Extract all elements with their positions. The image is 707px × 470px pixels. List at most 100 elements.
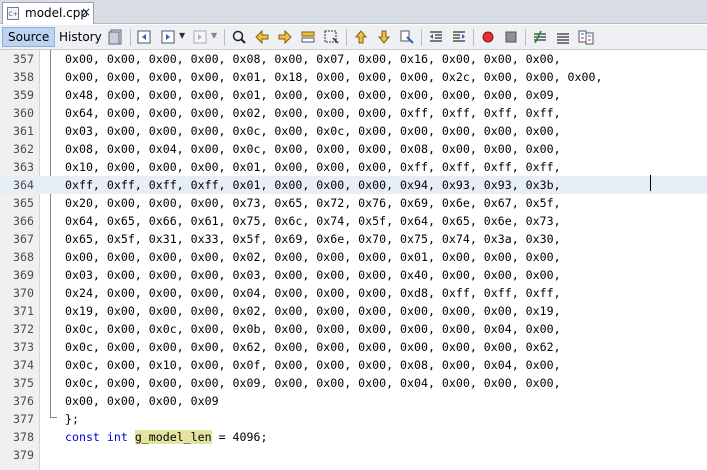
close-tab-button[interactable]: × — [81, 5, 91, 19]
back-icon[interactable] — [136, 29, 152, 45]
code-text: 0x10, 0x00, 0x00, 0x00, 0x01, 0x00, 0x00… — [65, 160, 561, 174]
prev-bookmark-icon[interactable] — [353, 29, 369, 45]
line-number: 365 — [13, 196, 34, 210]
code-text: 0x00, 0x00, 0x00, 0x00, 0x08, 0x00, 0x07… — [65, 52, 561, 66]
line-number: 358 — [13, 70, 34, 84]
keyword-int: int — [106, 430, 128, 444]
code-line[interactable]: 378 const int g_model_len = 4096; — [0, 428, 707, 446]
line-number: 369 — [13, 268, 34, 282]
line-number: 364 — [13, 178, 34, 192]
toolbar-separator — [473, 29, 474, 46]
code-line[interactable]: 374 0x0c, 0x00, 0x10, 0x00, 0x0f, 0x00, 0… — [0, 356, 707, 374]
code-text: 0x0c, 0x00, 0x00, 0x00, 0x62, 0x00, 0x00… — [65, 340, 561, 354]
code-line[interactable]: 367 0x65, 0x5f, 0x31, 0x33, 0x5f, 0x69, 0… — [0, 230, 707, 248]
code-line[interactable]: 372 0x0c, 0x00, 0x0c, 0x00, 0x0b, 0x00, 0… — [0, 320, 707, 338]
forward-icon[interactable] — [160, 29, 176, 45]
line-number: 378 — [13, 430, 34, 444]
line-number: 367 — [13, 232, 34, 246]
code-line[interactable]: 370 0x24, 0x00, 0x00, 0x00, 0x04, 0x00, 0… — [0, 284, 707, 302]
line-number: 374 — [13, 358, 34, 372]
history-tab-button[interactable]: History — [54, 27, 107, 47]
line-number: 372 — [13, 322, 34, 336]
line-number: 359 — [13, 88, 34, 102]
next-bookmark-icon[interactable] — [376, 29, 392, 45]
find-icon[interactable] — [231, 29, 247, 45]
editor-tab-bar: C+ model.cpp × — [0, 0, 707, 24]
toolbar-separator — [224, 29, 225, 46]
line-number: 373 — [13, 340, 34, 354]
toolbar-separator — [130, 29, 131, 46]
line-number: 363 — [13, 160, 34, 174]
code-line[interactable]: 379 — [0, 446, 707, 464]
chevron-down-icon[interactable]: ▼ — [179, 31, 185, 40]
shift-left-icon[interactable] — [428, 29, 444, 45]
code-line[interactable]: 360 0x64, 0x00, 0x00, 0x00, 0x02, 0x00, 0… — [0, 104, 707, 122]
line-number: 379 — [13, 448, 34, 462]
rect-select-icon[interactable] — [323, 29, 339, 45]
code-text: 0x03, 0x00, 0x00, 0x00, 0x03, 0x00, 0x00… — [65, 268, 561, 282]
text-caret — [650, 175, 651, 191]
toggle-bookmark-icon[interactable] — [399, 29, 415, 45]
line-number: 366 — [13, 214, 34, 228]
code-text: 0xff, 0xff, 0xff, 0xff, 0x01, 0x00, 0x00… — [65, 178, 561, 192]
code-editor[interactable]: 357 0x00, 0x00, 0x00, 0x00, 0x08, 0x00, 0… — [0, 50, 707, 470]
code-text: 0x08, 0x00, 0x04, 0x00, 0x0c, 0x00, 0x00… — [65, 142, 561, 156]
code-text: 0x65, 0x5f, 0x31, 0x33, 0x5f, 0x69, 0x6e… — [65, 232, 561, 246]
current-code-line[interactable]: 364 0xff, 0xff, 0xff, 0xff, 0x01, 0x00, 0… — [0, 176, 707, 194]
source-tab-button[interactable]: Source — [2, 27, 56, 47]
find-next-icon[interactable] — [277, 29, 293, 45]
line-number: 375 — [13, 376, 34, 390]
record-macro-icon[interactable] — [480, 29, 496, 45]
identifier-highlight: g_model_len — [134, 430, 212, 444]
line-number: 376 — [13, 394, 34, 408]
toggle-highlight-icon[interactable] — [300, 29, 316, 45]
code-text: 0x0c, 0x00, 0x0c, 0x00, 0x0b, 0x00, 0x00… — [65, 322, 561, 336]
line-number: 370 — [13, 286, 34, 300]
code-line[interactable]: 369 0x03, 0x00, 0x00, 0x00, 0x03, 0x00, 0… — [0, 266, 707, 284]
code-line[interactable]: 366 0x64, 0x65, 0x66, 0x61, 0x75, 0x6c, 0… — [0, 212, 707, 230]
code-text: 0x03, 0x00, 0x00, 0x00, 0x0c, 0x00, 0x0c… — [65, 124, 561, 138]
find-prev-icon[interactable] — [254, 29, 270, 45]
code-line[interactable]: 357 0x00, 0x00, 0x00, 0x00, 0x08, 0x00, 0… — [0, 50, 707, 68]
line-number: 362 — [13, 142, 34, 156]
stop-macro-icon[interactable] — [503, 29, 519, 45]
code-line[interactable]: 363 0x10, 0x00, 0x00, 0x00, 0x01, 0x00, 0… — [0, 158, 707, 176]
tab-model-cpp[interactable]: C+ model.cpp × — [2, 2, 94, 24]
code-text: 0x24, 0x00, 0x00, 0x00, 0x04, 0x00, 0x00… — [65, 286, 561, 300]
code-line[interactable]: 368 0x00, 0x00, 0x00, 0x00, 0x02, 0x00, 0… — [0, 248, 707, 266]
code-text: 0x48, 0x00, 0x00, 0x00, 0x01, 0x00, 0x00… — [65, 88, 561, 102]
code-text: 0x19, 0x00, 0x00, 0x00, 0x02, 0x00, 0x00… — [65, 304, 561, 318]
code-line[interactable]: 358 0x00, 0x00, 0x00, 0x00, 0x01, 0x18, 0… — [0, 68, 707, 86]
uncomment-icon[interactable] — [555, 29, 571, 45]
code-text: 0x0c, 0x00, 0x10, 0x00, 0x0f, 0x00, 0x00… — [65, 358, 561, 372]
code-line[interactable]: 359 0x48, 0x00, 0x00, 0x00, 0x01, 0x00, 0… — [0, 86, 707, 104]
comment-icon[interactable] — [532, 29, 548, 45]
code-line[interactable]: 371 0x19, 0x00, 0x00, 0x00, 0x02, 0x00, 0… — [0, 302, 707, 320]
file-cpp-icon: C+ — [7, 7, 19, 20]
code-line[interactable]: 362 0x08, 0x00, 0x04, 0x00, 0x0c, 0x00, 0… — [0, 140, 707, 158]
history-icon[interactable] — [108, 29, 124, 45]
code-text: 0x20, 0x00, 0x00, 0x00, 0x73, 0x65, 0x72… — [65, 196, 561, 210]
keyword-const: const — [65, 430, 100, 444]
code-text: 0x64, 0x00, 0x00, 0x00, 0x02, 0x00, 0x00… — [65, 106, 561, 120]
code-line[interactable]: 365 0x20, 0x00, 0x00, 0x00, 0x73, 0x65, 0… — [0, 194, 707, 212]
diff-icon[interactable] — [578, 29, 594, 45]
code-text: }; — [65, 412, 79, 426]
code-line[interactable]: 373 0x0c, 0x00, 0x00, 0x00, 0x62, 0x00, 0… — [0, 338, 707, 356]
code-text: 0x00, 0x00, 0x00, 0x00, 0x01, 0x18, 0x00… — [65, 70, 603, 84]
toolbar-separator — [346, 29, 347, 46]
shift-right-icon[interactable] — [451, 29, 467, 45]
code-line[interactable]: 377}; — [0, 410, 707, 428]
code-line[interactable]: 361 0x03, 0x00, 0x00, 0x00, 0x0c, 0x00, 0… — [0, 122, 707, 140]
code-text: const int g_model_len = 4096; — [65, 428, 267, 446]
line-number: 357 — [13, 52, 34, 66]
code-text: 0x00, 0x00, 0x00, 0x09 — [65, 394, 219, 408]
line-number: 361 — [13, 124, 34, 138]
code-text: 0x00, 0x00, 0x00, 0x00, 0x02, 0x00, 0x00… — [65, 250, 561, 264]
chevron-down-icon: ▼ — [211, 31, 218, 40]
tab-title: model.cpp — [25, 6, 89, 20]
toolbar-separator — [525, 29, 526, 46]
last-edit-icon — [193, 30, 207, 44]
code-line[interactable]: 375 0x0c, 0x00, 0x00, 0x00, 0x09, 0x00, 0… — [0, 374, 707, 392]
code-line[interactable]: 376 0x00, 0x00, 0x00, 0x09 — [0, 392, 707, 410]
